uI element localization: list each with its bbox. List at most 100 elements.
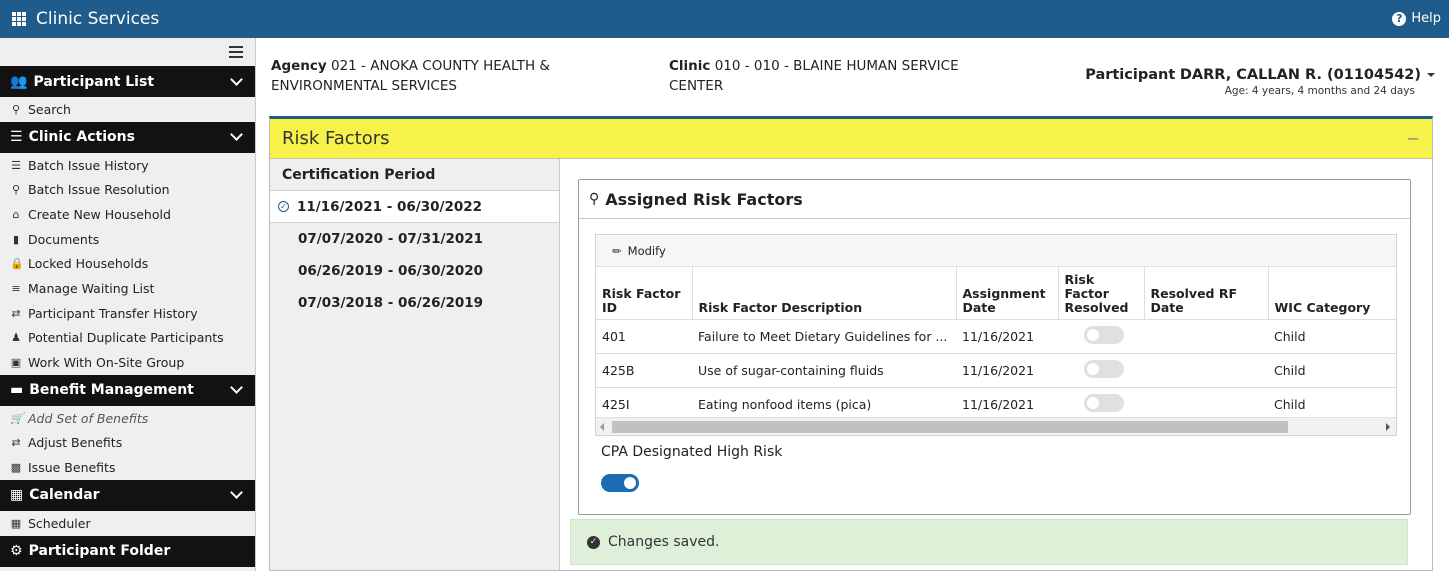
grid-toolbar: ✏ Modify bbox=[596, 235, 1396, 267]
search-plus-icon: ⚲ bbox=[11, 183, 21, 197]
column-header[interactable]: Risk Factor ID bbox=[596, 267, 692, 320]
column-header[interactable]: Resolved RF Date bbox=[1143, 267, 1268, 320]
column-header[interactable]: WIC Category bbox=[1267, 267, 1396, 320]
section-label: Participant Folder bbox=[28, 543, 171, 560]
home-icon: ⌂ bbox=[12, 207, 20, 221]
sidebar-item-manage-waiting-list[interactable]: ≡ Manage Waiting List bbox=[0, 276, 255, 301]
gear-icon: ⚙ bbox=[10, 543, 23, 560]
sidebar-item-scheduler[interactable]: ▦ Scheduler bbox=[0, 511, 255, 536]
app-title-area[interactable]: Clinic Services bbox=[12, 9, 159, 29]
group-icon: ▣ bbox=[10, 356, 22, 370]
scroll-right-icon[interactable] bbox=[1386, 423, 1390, 431]
sidebar-item-label: Search bbox=[28, 101, 71, 117]
modify-button[interactable]: ✏ Modify bbox=[612, 244, 666, 258]
award-icon: ⚲ bbox=[589, 191, 600, 207]
sidebar-item-participant-transfer-history[interactable]: ⇄ Participant Transfer History bbox=[0, 301, 255, 326]
sidebar-toggle[interactable] bbox=[0, 38, 255, 66]
sidebar-item-label: Issue Benefits bbox=[28, 460, 116, 476]
sidebar-item-potential-duplicate-participants[interactable]: ♟ Potential Duplicate Participants bbox=[0, 326, 255, 351]
sidebar-section-participant-list[interactable]: 👥 Participant List bbox=[0, 66, 255, 97]
cell-category: Child bbox=[1268, 319, 1396, 354]
sidebar-item-label: Batch Issue History bbox=[28, 157, 149, 173]
assigned-header: ⚲ Assigned Risk Factors bbox=[579, 180, 1410, 219]
cell-resolved bbox=[1058, 319, 1144, 354]
horizontal-scrollbar[interactable] bbox=[596, 417, 1396, 435]
sidebar-item-work-with-on-site-group[interactable]: ▣ Work With On-Site Group bbox=[0, 350, 255, 375]
list-icon: ☰ bbox=[11, 158, 21, 172]
resolved-toggle[interactable] bbox=[1084, 394, 1124, 412]
panel-title: Risk Factors bbox=[282, 128, 390, 149]
cell-resolved bbox=[1058, 353, 1144, 388]
sidebar-section-benefit-management[interactable]: ▬ Benefit Management bbox=[0, 374, 255, 406]
resolved-toggle[interactable] bbox=[1084, 326, 1124, 344]
scrollbar-thumb[interactable] bbox=[612, 421, 1288, 433]
sidebar-item-add-set-of-benefits[interactable]: 🛒 Add Set of Benefits bbox=[0, 406, 255, 431]
lock-icon: 🔒 bbox=[10, 257, 24, 271]
cart-icon: 🛒 bbox=[10, 411, 24, 425]
sidebar-item-batch-issue-resolution[interactable]: ⚲ Batch Issue Resolution bbox=[0, 177, 255, 202]
pencil-icon: ✏ bbox=[612, 243, 622, 258]
period-label: 07/07/2020 - 07/31/2021 bbox=[298, 231, 484, 247]
scroll-left-icon[interactable] bbox=[600, 423, 604, 431]
sidebar: 👥 Participant List ⚲ Search ☰ Clinic Action… bbox=[0, 38, 256, 571]
check-circle-icon: ✓ bbox=[278, 201, 289, 212]
clinic-label: Clinic bbox=[669, 58, 711, 74]
chevron-down-icon bbox=[230, 486, 243, 500]
cell-resolved-date bbox=[1144, 353, 1268, 388]
period-item[interactable]: 07/07/2020 - 07/31/2021 bbox=[270, 223, 559, 255]
column-header[interactable]: Risk Factor Resolved bbox=[1057, 267, 1144, 320]
question-circle-icon: ? bbox=[1392, 11, 1407, 26]
hamburger-icon bbox=[229, 46, 243, 58]
sidebar-section-participant-folder[interactable]: ⚙ Participant Folder bbox=[0, 535, 255, 567]
participant-name: DARR, CALLAN R. (01104542) bbox=[1179, 67, 1421, 83]
chevron-down-icon bbox=[230, 128, 243, 142]
table-row[interactable]: 401 Failure to Meet Dietary Guidelines f… bbox=[596, 319, 1396, 354]
period-label: 07/03/2018 - 06/26/2019 bbox=[298, 295, 484, 311]
agency-label: Agency bbox=[271, 58, 327, 74]
sidebar-item-locked-households[interactable]: 🔒 Locked Households bbox=[0, 251, 255, 276]
help-label: Help bbox=[1411, 11, 1441, 26]
participant-selector[interactable]: Participant DARR, CALLAN R. (01104542) A… bbox=[1085, 67, 1435, 97]
exchange-icon: ⇄ bbox=[11, 436, 21, 450]
modify-label: Modify bbox=[627, 243, 666, 258]
period-item[interactable]: ✓ 11/16/2021 - 06/30/2022 bbox=[270, 191, 559, 223]
list-ol-icon: ≡ bbox=[11, 281, 21, 295]
cell-date: 11/16/2021 bbox=[956, 353, 1058, 388]
help-link[interactable]: ? Help bbox=[1392, 11, 1441, 26]
top-bar: Clinic Services ? Help bbox=[0, 0, 1449, 38]
column-header[interactable]: Risk Factor Description bbox=[691, 267, 956, 320]
participant-label: Participant bbox=[1085, 67, 1176, 83]
sidebar-item-documents[interactable]: ▮ Documents bbox=[0, 227, 255, 252]
credit-card-icon: ▬ bbox=[10, 382, 24, 399]
chevron-down-icon bbox=[230, 72, 243, 86]
resolved-toggle[interactable] bbox=[1084, 360, 1124, 378]
context-header: Agency 021 - ANOKA COUNTY HEALTH & ENVIR… bbox=[257, 38, 1449, 116]
period-item[interactable]: 07/03/2018 - 06/26/2019 bbox=[270, 287, 559, 319]
checklist-icon: ☰ bbox=[10, 129, 23, 146]
exchange-icon: ⇄ bbox=[11, 306, 21, 320]
column-header[interactable]: Assignment Date bbox=[955, 267, 1058, 320]
cell-id: 425B bbox=[596, 353, 692, 388]
sidebar-section-calendar[interactable]: ▦ Calendar bbox=[0, 479, 255, 511]
period-item[interactable]: 06/26/2019 - 06/30/2020 bbox=[270, 255, 559, 287]
sidebar-item-create-new-household[interactable]: ⌂ Create New Household bbox=[0, 202, 255, 227]
success-message: Changes saved. bbox=[608, 534, 720, 550]
sidebar-item-issue-benefits[interactable]: ▩ Issue Benefits bbox=[0, 455, 255, 480]
table-header-row: Risk Factor ID Risk Factor Description A… bbox=[596, 267, 1396, 320]
cpa-high-risk-toggle[interactable] bbox=[601, 474, 639, 492]
sidebar-item-adjust-benefits[interactable]: ⇄ Adjust Benefits bbox=[0, 431, 255, 456]
assigned-risk-factors-card: ⚲ Assigned Risk Factors ✏ Modify Risk Fa… bbox=[578, 179, 1411, 515]
section-label: Benefit Management bbox=[29, 382, 194, 399]
collapse-icon[interactable]: − bbox=[1407, 129, 1420, 148]
sidebar-item-batch-issue-history[interactable]: ☰ Batch Issue History bbox=[0, 153, 255, 178]
table-row[interactable]: 425B Use of sugar-containing fluids 11/1… bbox=[596, 353, 1396, 388]
cell-date: 11/16/2021 bbox=[956, 319, 1058, 354]
card-icon: ▩ bbox=[10, 461, 22, 475]
certification-period-list: Certification Period ✓ 11/16/2021 - 06/30… bbox=[270, 159, 560, 570]
sidebar-section-clinic-actions[interactable]: ☰ Clinic Actions bbox=[0, 121, 255, 153]
app-title: Clinic Services bbox=[36, 9, 160, 29]
period-label: 06/26/2019 - 06/30/2020 bbox=[298, 263, 484, 279]
sidebar-item-label: Add Set of Benefits bbox=[28, 410, 149, 426]
sidebar-item-search[interactable]: ⚲ Search bbox=[0, 97, 255, 122]
assigned-title: Assigned Risk Factors bbox=[605, 189, 803, 209]
